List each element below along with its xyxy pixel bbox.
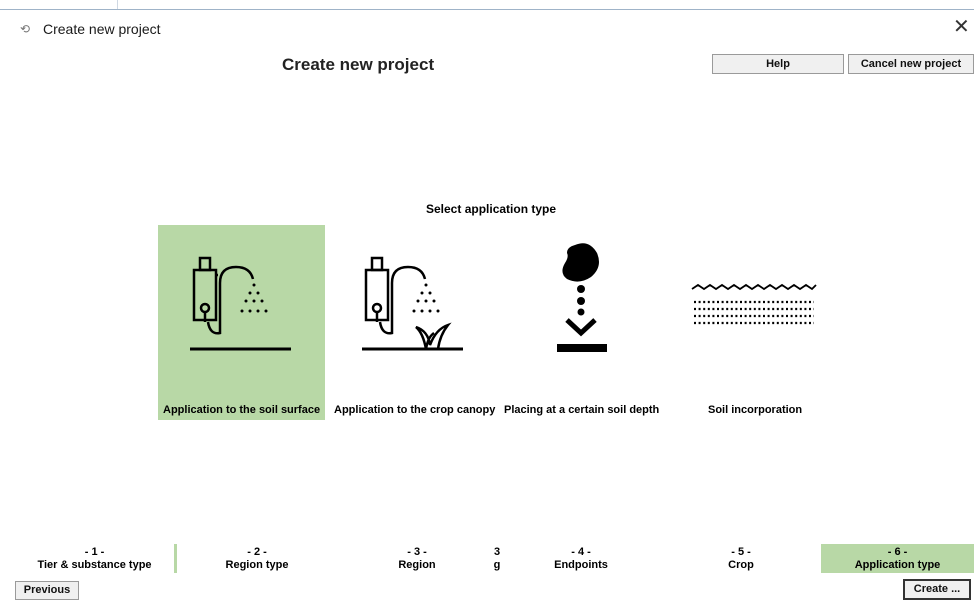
step-label: Endpoints bbox=[554, 559, 608, 571]
step-number: - 4 - bbox=[571, 546, 591, 558]
step-label: Crop bbox=[728, 559, 754, 571]
step-6[interactable]: - 6 - Application type bbox=[821, 544, 974, 573]
window-titlebar: ⟲ Create new project ✕ bbox=[0, 0, 974, 42]
wizard-steps: - 1 - Tier & substance type - 2 - Region… bbox=[15, 544, 974, 573]
step-number: - 6 - bbox=[887, 546, 908, 558]
step-number: - 1 - bbox=[84, 546, 105, 558]
option-soil-depth[interactable]: Placing at a certain soil depth bbox=[503, 225, 668, 420]
step-1[interactable]: - 1 - Tier & substance type bbox=[15, 544, 174, 573]
step-5[interactable]: - 5 - Crop bbox=[661, 544, 821, 573]
step-label: Region type bbox=[225, 559, 289, 571]
option-soil-incorporation[interactable]: Soil incorporation bbox=[670, 225, 830, 420]
cancel-project-button[interactable]: Cancel new project bbox=[848, 54, 974, 74]
page-title: Create new project bbox=[282, 55, 435, 74]
option-label: Soil incorporation bbox=[708, 404, 803, 416]
top-divider-tick bbox=[117, 0, 118, 9]
help-button[interactable]: Help bbox=[712, 54, 844, 74]
step-4[interactable]: - 4 - Endpoints bbox=[501, 544, 661, 573]
option-label: Application to the crop canopy bbox=[334, 404, 496, 416]
option-label: Application to the soil surface bbox=[163, 404, 321, 416]
step-label: Application type bbox=[854, 559, 941, 571]
step-label: g bbox=[493, 559, 501, 571]
top-divider bbox=[0, 9, 974, 10]
step-number: - 3 - bbox=[407, 546, 427, 558]
step-label: Tier & substance type bbox=[37, 559, 152, 571]
previous-button[interactable]: Previous bbox=[15, 581, 79, 600]
select-application-type-heading: Select application type bbox=[426, 202, 557, 216]
soil-incorporation-icon bbox=[691, 283, 817, 325]
option-crop-canopy[interactable]: Application to the crop canopy bbox=[330, 225, 498, 420]
step-number: - 5 - bbox=[731, 546, 751, 558]
step-2[interactable]: - 2 - Region type bbox=[177, 544, 337, 573]
sprayer-crop-icon bbox=[362, 256, 463, 351]
window-title: Create new project bbox=[43, 21, 161, 37]
step-number: - 2 - bbox=[247, 546, 267, 558]
step-label: Region bbox=[398, 559, 436, 571]
close-icon[interactable]: ✕ bbox=[953, 17, 970, 37]
create-button[interactable]: Create ... bbox=[903, 579, 971, 600]
option-soil-surface[interactable]: Application to the soil surface bbox=[158, 225, 325, 420]
sprayer-soil-icon bbox=[190, 256, 291, 351]
step-3[interactable]: - 3 - Region bbox=[337, 544, 497, 573]
option-label: Placing at a certain soil depth bbox=[504, 404, 660, 416]
seed-depth-icon bbox=[557, 243, 607, 352]
app-icon: ⟲ bbox=[20, 22, 31, 36]
